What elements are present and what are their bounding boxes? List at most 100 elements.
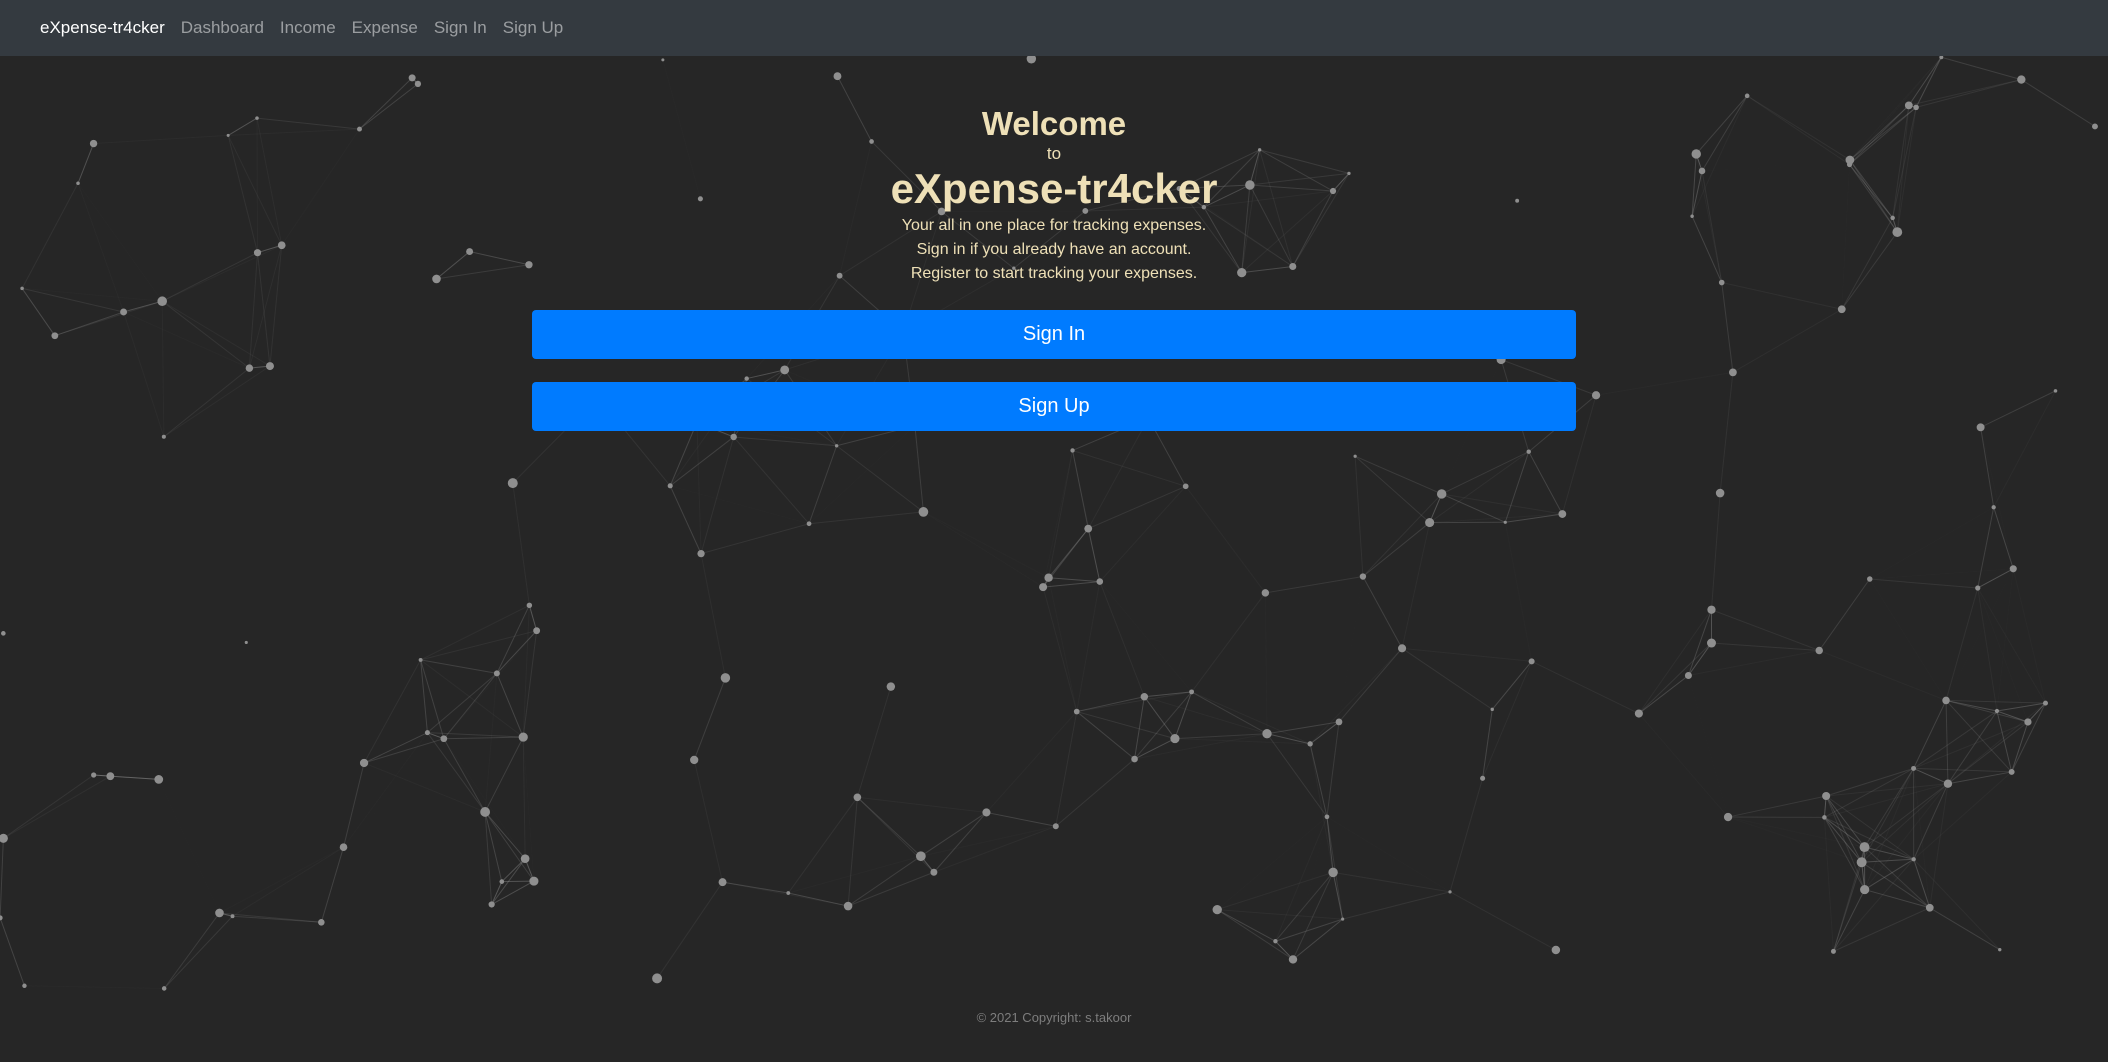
particle-link [1819,650,1947,701]
particle-link [363,738,444,764]
particle-dot [51,332,59,340]
particle-dot [359,758,369,768]
particle-dot [1822,791,1831,801]
particle-link [1945,699,2029,723]
particle-dot [1480,775,1486,781]
particle-link [1309,721,1340,745]
particle-link [1595,371,1733,396]
particle-link [484,811,535,882]
particle-link [1945,587,1979,701]
particle-dot [1558,510,1567,518]
nav-link-income[interactable]: Income [280,18,336,38]
particle-dot [730,433,737,441]
particle-dot [652,973,663,984]
particle-link [1945,700,1949,784]
particle-link [857,796,987,813]
particle-dot [1715,488,1725,498]
particle-dot [720,673,731,683]
particle-dot [1,631,6,636]
particle-dot [440,735,448,743]
particle-link [443,738,486,813]
particle-link [1980,427,1995,508]
particle-link [1977,587,2046,704]
particle-link [1327,817,1450,892]
particle-dot [1273,939,1278,944]
particle-dot [1052,823,1059,830]
nav-link-sign-in[interactable]: Sign In [434,18,487,38]
particle-dot [667,483,673,489]
brand-link[interactable]: eXpense-tr4cker [40,18,165,38]
particle-link [1401,647,1493,710]
particle-link [1275,872,1334,942]
particle-dot [154,775,164,784]
particle-dot [1991,505,1996,510]
particle-link [1354,455,1442,495]
particle-link [3,774,94,839]
particle-dot [718,878,727,887]
particle-link [1441,493,1563,515]
particle-link [733,436,810,525]
particle-dot [1707,605,1716,614]
sign-in-button[interactable]: Sign In [532,310,1576,359]
particle-link [219,847,343,913]
tagline-line-3: Register to start tracking your expenses… [910,265,1198,282]
particle-dot [2008,768,2015,775]
particle-dot [215,908,224,918]
particle-link [788,855,921,894]
particle-link [1993,507,2014,569]
particle-dot [1994,708,2000,714]
particle-dot [0,915,3,921]
particle-link [1727,795,1827,818]
particle-dot [1942,696,1950,705]
particle-link [1333,871,1451,893]
particle-link [1429,513,1563,524]
particle-link [1819,650,1826,796]
particle-link [1833,858,1915,952]
particle-link [1191,691,1268,735]
particle-dot [161,986,167,991]
particle-link [693,759,724,883]
particle-dot [1131,755,1138,763]
particle-link [923,512,1043,587]
sign-up-button[interactable]: Sign Up [532,382,1576,431]
to-text: to [1046,144,1062,163]
particle-link [1087,417,1149,529]
particle-link [1275,918,1343,942]
particle-link [420,604,530,661]
particle-link [0,838,4,918]
particle-link [1216,909,1276,942]
particle-link [420,659,497,674]
particle-link [21,288,56,336]
particle-link [22,288,162,301]
particle-dot [780,365,790,375]
particle-link [1056,739,1175,827]
particle-dot [2053,389,2058,393]
particle-dot [806,521,812,527]
particle-link [1191,691,1311,745]
particle-link [857,796,935,873]
particle-link [1997,569,2013,711]
particle-dot [690,755,699,765]
particle-link [1441,451,1529,495]
particle-dot [529,876,539,886]
nav-link-sign-up[interactable]: Sign Up [503,18,563,38]
particle-dot [1307,741,1313,747]
nav-link-expense[interactable]: Expense [352,18,418,38]
particle-link [669,485,702,554]
nav-link-dashboard[interactable]: Dashboard [181,18,264,38]
particle-link [1638,675,1689,714]
particle-link [484,673,498,812]
particle-dot [1324,814,1330,820]
particle-dot [1170,734,1180,744]
particle-link [808,511,924,525]
particle-link [2011,702,2046,773]
particle-link [733,436,837,447]
particle-link [670,486,809,524]
particle-dot [1353,454,1357,458]
particle-link [1449,778,1484,893]
particle-link [1266,721,1340,735]
particle-link [1134,738,1176,760]
particle-dot [1261,589,1270,597]
particle-link [1338,647,1403,723]
particle-link [1265,593,1402,648]
